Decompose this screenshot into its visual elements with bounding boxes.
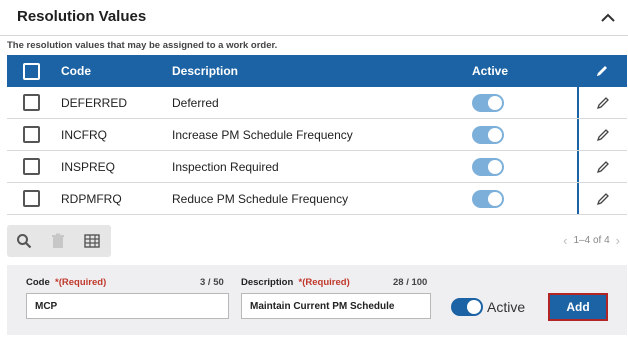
select-all-checkbox[interactable] — [22, 62, 40, 80]
row-code: INSPREQ — [61, 159, 116, 174]
description-required-marker: *(Required) — [298, 277, 350, 288]
table-row[interactable]: DEFERRED Deferred — [7, 87, 627, 119]
add-value-form: Code *(Required) 3 / 50 Description *(Re… — [7, 265, 627, 335]
next-page-button[interactable]: › — [616, 233, 620, 248]
edit-row-button[interactable] — [577, 151, 627, 182]
panel-header: Resolution Values — [0, 0, 628, 36]
edit-row-button[interactable] — [577, 183, 627, 214]
table-row[interactable]: INSPREQ Inspection Required — [7, 151, 627, 183]
trash-icon — [52, 233, 64, 248]
active-label: Active — [487, 299, 526, 315]
description-input[interactable] — [241, 293, 431, 319]
pencil-icon — [596, 160, 609, 173]
row-description: Inspection Required — [172, 159, 279, 174]
code-label: Code *(Required) — [26, 277, 107, 288]
code-char-count: 3 / 50 — [200, 277, 224, 288]
pencil-icon — [596, 128, 609, 141]
column-header-description[interactable]: Description — [172, 64, 472, 78]
edit-row-button[interactable] — [577, 87, 627, 118]
active-toggle[interactable] — [472, 157, 504, 176]
add-button[interactable]: Add — [548, 293, 608, 321]
collapse-button[interactable] — [598, 8, 618, 28]
grid-icon — [84, 234, 100, 248]
row-checkbox[interactable] — [22, 190, 40, 207]
table-header: Code Description Active — [7, 55, 627, 87]
table-row[interactable]: INCFRQ Increase PM Schedule Frequency — [7, 119, 627, 151]
row-code: RDPMFRQ — [61, 191, 122, 206]
edit-all-button[interactable] — [577, 55, 627, 87]
search-button[interactable] — [7, 225, 41, 257]
panel-description: The resolution values that may be assign… — [7, 40, 278, 51]
active-toggle[interactable] — [472, 189, 504, 208]
row-checkbox[interactable] — [22, 126, 40, 143]
row-checkbox[interactable] — [22, 158, 40, 175]
edit-row-button[interactable] — [577, 119, 627, 150]
pencil-icon — [597, 66, 607, 76]
row-code: DEFERRED — [61, 95, 128, 110]
active-toggle[interactable] — [472, 125, 504, 144]
column-chooser-button[interactable] — [75, 225, 109, 257]
column-header-code[interactable]: Code — [55, 64, 172, 78]
column-header-active[interactable]: Active — [472, 64, 578, 78]
row-description: Deferred — [172, 95, 219, 110]
previous-page-button[interactable]: ‹ — [563, 233, 567, 248]
pencil-icon — [596, 96, 609, 109]
active-toggle[interactable] — [472, 93, 504, 112]
description-label: Description *(Required) — [241, 277, 350, 288]
delete-button[interactable] — [41, 225, 75, 257]
description-char-count: 28 / 100 — [393, 277, 428, 288]
table-toolbar — [7, 225, 111, 257]
pagination: ‹ 1–4 of 4 › — [563, 233, 620, 248]
pencil-icon — [596, 192, 609, 205]
table-row[interactable]: RDPMFRQ Reduce PM Schedule Frequency — [7, 183, 627, 215]
row-code: INCFRQ — [61, 127, 107, 142]
panel-title: Resolution Values — [17, 8, 147, 25]
active-toggle[interactable] — [451, 298, 483, 316]
resolution-values-table: Code Description Active DEFERRED Deferre… — [7, 55, 627, 215]
code-input[interactable] — [26, 293, 229, 319]
pagination-range: 1–4 of 4 — [573, 235, 610, 246]
row-description: Reduce PM Schedule Frequency — [172, 191, 349, 206]
row-checkbox[interactable] — [22, 94, 40, 111]
search-icon — [17, 234, 32, 249]
chevron-up-icon — [601, 13, 615, 22]
code-required-marker: *(Required) — [55, 277, 107, 288]
row-description: Increase PM Schedule Frequency — [172, 127, 353, 142]
